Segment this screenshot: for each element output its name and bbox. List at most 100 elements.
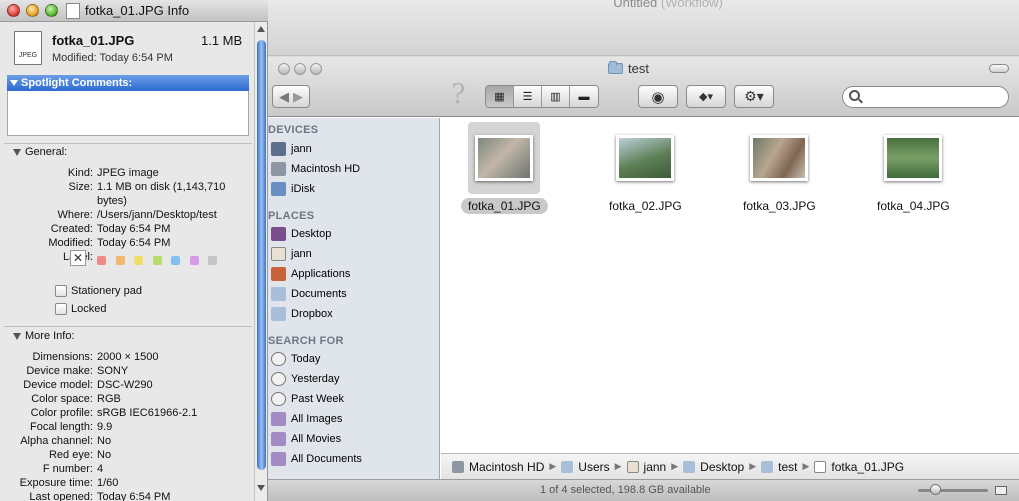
sidebar-item-idisk[interactable]: iDisk bbox=[271, 180, 315, 198]
label-color-swatch[interactable] bbox=[134, 256, 143, 265]
info-scrollbar[interactable] bbox=[254, 22, 267, 501]
icon-size-slider-knob[interactable] bbox=[930, 484, 941, 495]
stationery-pad-checkbox[interactable] bbox=[55, 285, 67, 297]
sidebar-item-applications[interactable]: Applications bbox=[271, 265, 350, 283]
sidebar-item-past-week[interactable]: Past Week bbox=[271, 390, 344, 408]
sidebar-item-dropbox[interactable]: Dropbox bbox=[271, 305, 333, 323]
zoom-button[interactable] bbox=[310, 63, 322, 75]
file-name-label[interactable]: fotka_04.JPG bbox=[870, 198, 957, 214]
quick-look-button[interactable]: ◉ bbox=[638, 85, 678, 108]
icon-size-slider[interactable] bbox=[918, 489, 988, 492]
clock-icon bbox=[271, 372, 286, 386]
close-button[interactable] bbox=[278, 63, 290, 75]
path-item-macintosh-hd[interactable]: Macintosh HD bbox=[469, 460, 544, 474]
file-item[interactable]: fotka_04.JPG bbox=[870, 122, 957, 214]
clock-icon bbox=[271, 352, 286, 366]
spotlight-comments-header[interactable]: Spotlight Comments: bbox=[7, 75, 249, 91]
photo-thumbnail[interactable] bbox=[750, 135, 809, 181]
file-name-label[interactable]: fotka_03.JPG bbox=[736, 198, 823, 214]
applications-icon bbox=[271, 267, 286, 281]
path-item-file[interactable]: fotka_01.JPG bbox=[831, 460, 904, 474]
path-item-test[interactable]: test bbox=[778, 460, 797, 474]
scroll-down-arrow-icon[interactable] bbox=[257, 485, 265, 491]
general-section-header[interactable]: General: bbox=[13, 146, 67, 158]
view-mode-segmented-control[interactable]: ▦ ☰ ▥ ▬ bbox=[485, 85, 599, 108]
sidebar-item-documents[interactable]: Documents bbox=[271, 285, 347, 303]
sidebar-item-label: Macintosh HD bbox=[291, 163, 361, 175]
list-view-button[interactable]: ☰ bbox=[514, 86, 542, 107]
sidebar-item-desktop[interactable]: Desktop bbox=[271, 225, 331, 243]
cover-flow-view-button[interactable]: ▬ bbox=[570, 86, 598, 107]
file-name-label[interactable]: fotka_02.JPG bbox=[602, 198, 689, 214]
back-arrow-icon[interactable]: ◀ bbox=[279, 89, 289, 105]
zoom-button[interactable] bbox=[45, 4, 58, 17]
disclosure-triangle-icon[interactable] bbox=[10, 80, 18, 86]
label-color-swatch[interactable] bbox=[189, 256, 199, 265]
sidebar-item-label: Today bbox=[291, 353, 321, 365]
file-item[interactable]: fotka_03.JPG bbox=[736, 122, 823, 214]
search-field[interactable] bbox=[842, 86, 1009, 108]
more-info-section-header[interactable]: More Info: bbox=[13, 330, 75, 342]
file-item[interactable]: fotka_01.JPG bbox=[461, 122, 548, 214]
file-thumbnail-frame[interactable] bbox=[468, 122, 541, 194]
info-file-size: 1.1 MB bbox=[201, 33, 243, 48]
toolbar-toggle-button[interactable] bbox=[989, 64, 1009, 73]
back-forward-buttons[interactable]: ◀ ▶ bbox=[272, 85, 310, 108]
locked-checkbox[interactable] bbox=[55, 303, 67, 315]
path-separator-icon: ▶ bbox=[549, 461, 557, 471]
scrollbar-thumb[interactable] bbox=[257, 40, 266, 470]
path-separator-icon: ▶ bbox=[671, 461, 679, 471]
sidebar-item-yesterday[interactable]: Yesterday bbox=[271, 370, 340, 388]
photo-thumbnail[interactable] bbox=[475, 135, 534, 181]
sidebar-item-label: jann bbox=[291, 143, 312, 155]
jpeg-file-icon: JPEG bbox=[14, 31, 42, 65]
column-view-button[interactable]: ▥ bbox=[542, 86, 570, 107]
dropbox-menu-button[interactable]: ◆▾ bbox=[686, 85, 726, 108]
file-thumbnail-frame[interactable] bbox=[609, 122, 681, 194]
file-thumbnail-frame[interactable] bbox=[877, 122, 949, 194]
minimize-button[interactable] bbox=[26, 4, 39, 17]
home-icon bbox=[271, 247, 286, 261]
info-key: Exposure time: bbox=[19, 477, 93, 489]
scroll-up-arrow-icon[interactable] bbox=[257, 26, 265, 32]
label-color-swatch[interactable] bbox=[115, 256, 125, 265]
label-color-swatch[interactable] bbox=[152, 256, 162, 265]
sidebar-item-home[interactable]: jann bbox=[271, 245, 312, 263]
sidebar-item-macintosh-hd[interactable]: Macintosh HD bbox=[271, 160, 360, 178]
folder-icon bbox=[761, 460, 774, 473]
spotlight-comments-field[interactable] bbox=[7, 91, 249, 136]
disclosure-triangle-icon[interactable] bbox=[13, 332, 21, 340]
stationery-pad-label: Stationery pad bbox=[71, 285, 142, 297]
photo-thumbnail[interactable] bbox=[884, 135, 943, 181]
sidebar-item-today[interactable]: Today bbox=[271, 350, 320, 368]
path-item-jann[interactable]: jann bbox=[644, 460, 667, 474]
path-item-desktop[interactable]: Desktop bbox=[700, 460, 744, 474]
sidebar-item-all-images[interactable]: All Images bbox=[271, 410, 342, 428]
clock-icon bbox=[271, 392, 286, 406]
no-label-swatch[interactable]: ✕ bbox=[70, 250, 86, 266]
file-thumbnail-frame[interactable] bbox=[743, 122, 815, 194]
info-value: SONY bbox=[97, 365, 129, 377]
label-color-swatch[interactable] bbox=[208, 256, 217, 265]
sidebar-item-jann-computer[interactable]: jann bbox=[271, 140, 312, 158]
disclosure-triangle-icon[interactable] bbox=[13, 148, 21, 156]
sidebar-item-all-movies[interactable]: All Movies bbox=[271, 430, 341, 448]
info-key: Created: bbox=[50, 223, 93, 235]
path-item-users[interactable]: Users bbox=[578, 460, 609, 474]
forward-arrow-icon[interactable]: ▶ bbox=[293, 89, 303, 105]
info-modified-line: Modified: Today 6:54 PM bbox=[52, 52, 173, 64]
label-color-swatch[interactable] bbox=[171, 256, 180, 265]
minimize-button[interactable] bbox=[294, 63, 306, 75]
file-name-label[interactable]: fotka_01.JPG bbox=[461, 198, 548, 214]
smart-folder-icon bbox=[271, 432, 286, 446]
sidebar-item-all-documents[interactable]: All Documents bbox=[271, 450, 362, 468]
question-mark-icon[interactable]: ? bbox=[451, 79, 465, 110]
action-menu-button[interactable]: ⚙▾ bbox=[734, 85, 774, 108]
close-button[interactable] bbox=[7, 4, 20, 17]
photo-thumbnail[interactable] bbox=[616, 135, 675, 181]
info-value: 1/60 bbox=[97, 477, 119, 489]
icon-view-button[interactable]: ▦ bbox=[486, 86, 514, 107]
label-color-swatch[interactable] bbox=[97, 256, 106, 265]
file-item[interactable]: fotka_02.JPG bbox=[602, 122, 689, 214]
info-titlebar: fotka_01.JPG Info bbox=[0, 0, 268, 22]
